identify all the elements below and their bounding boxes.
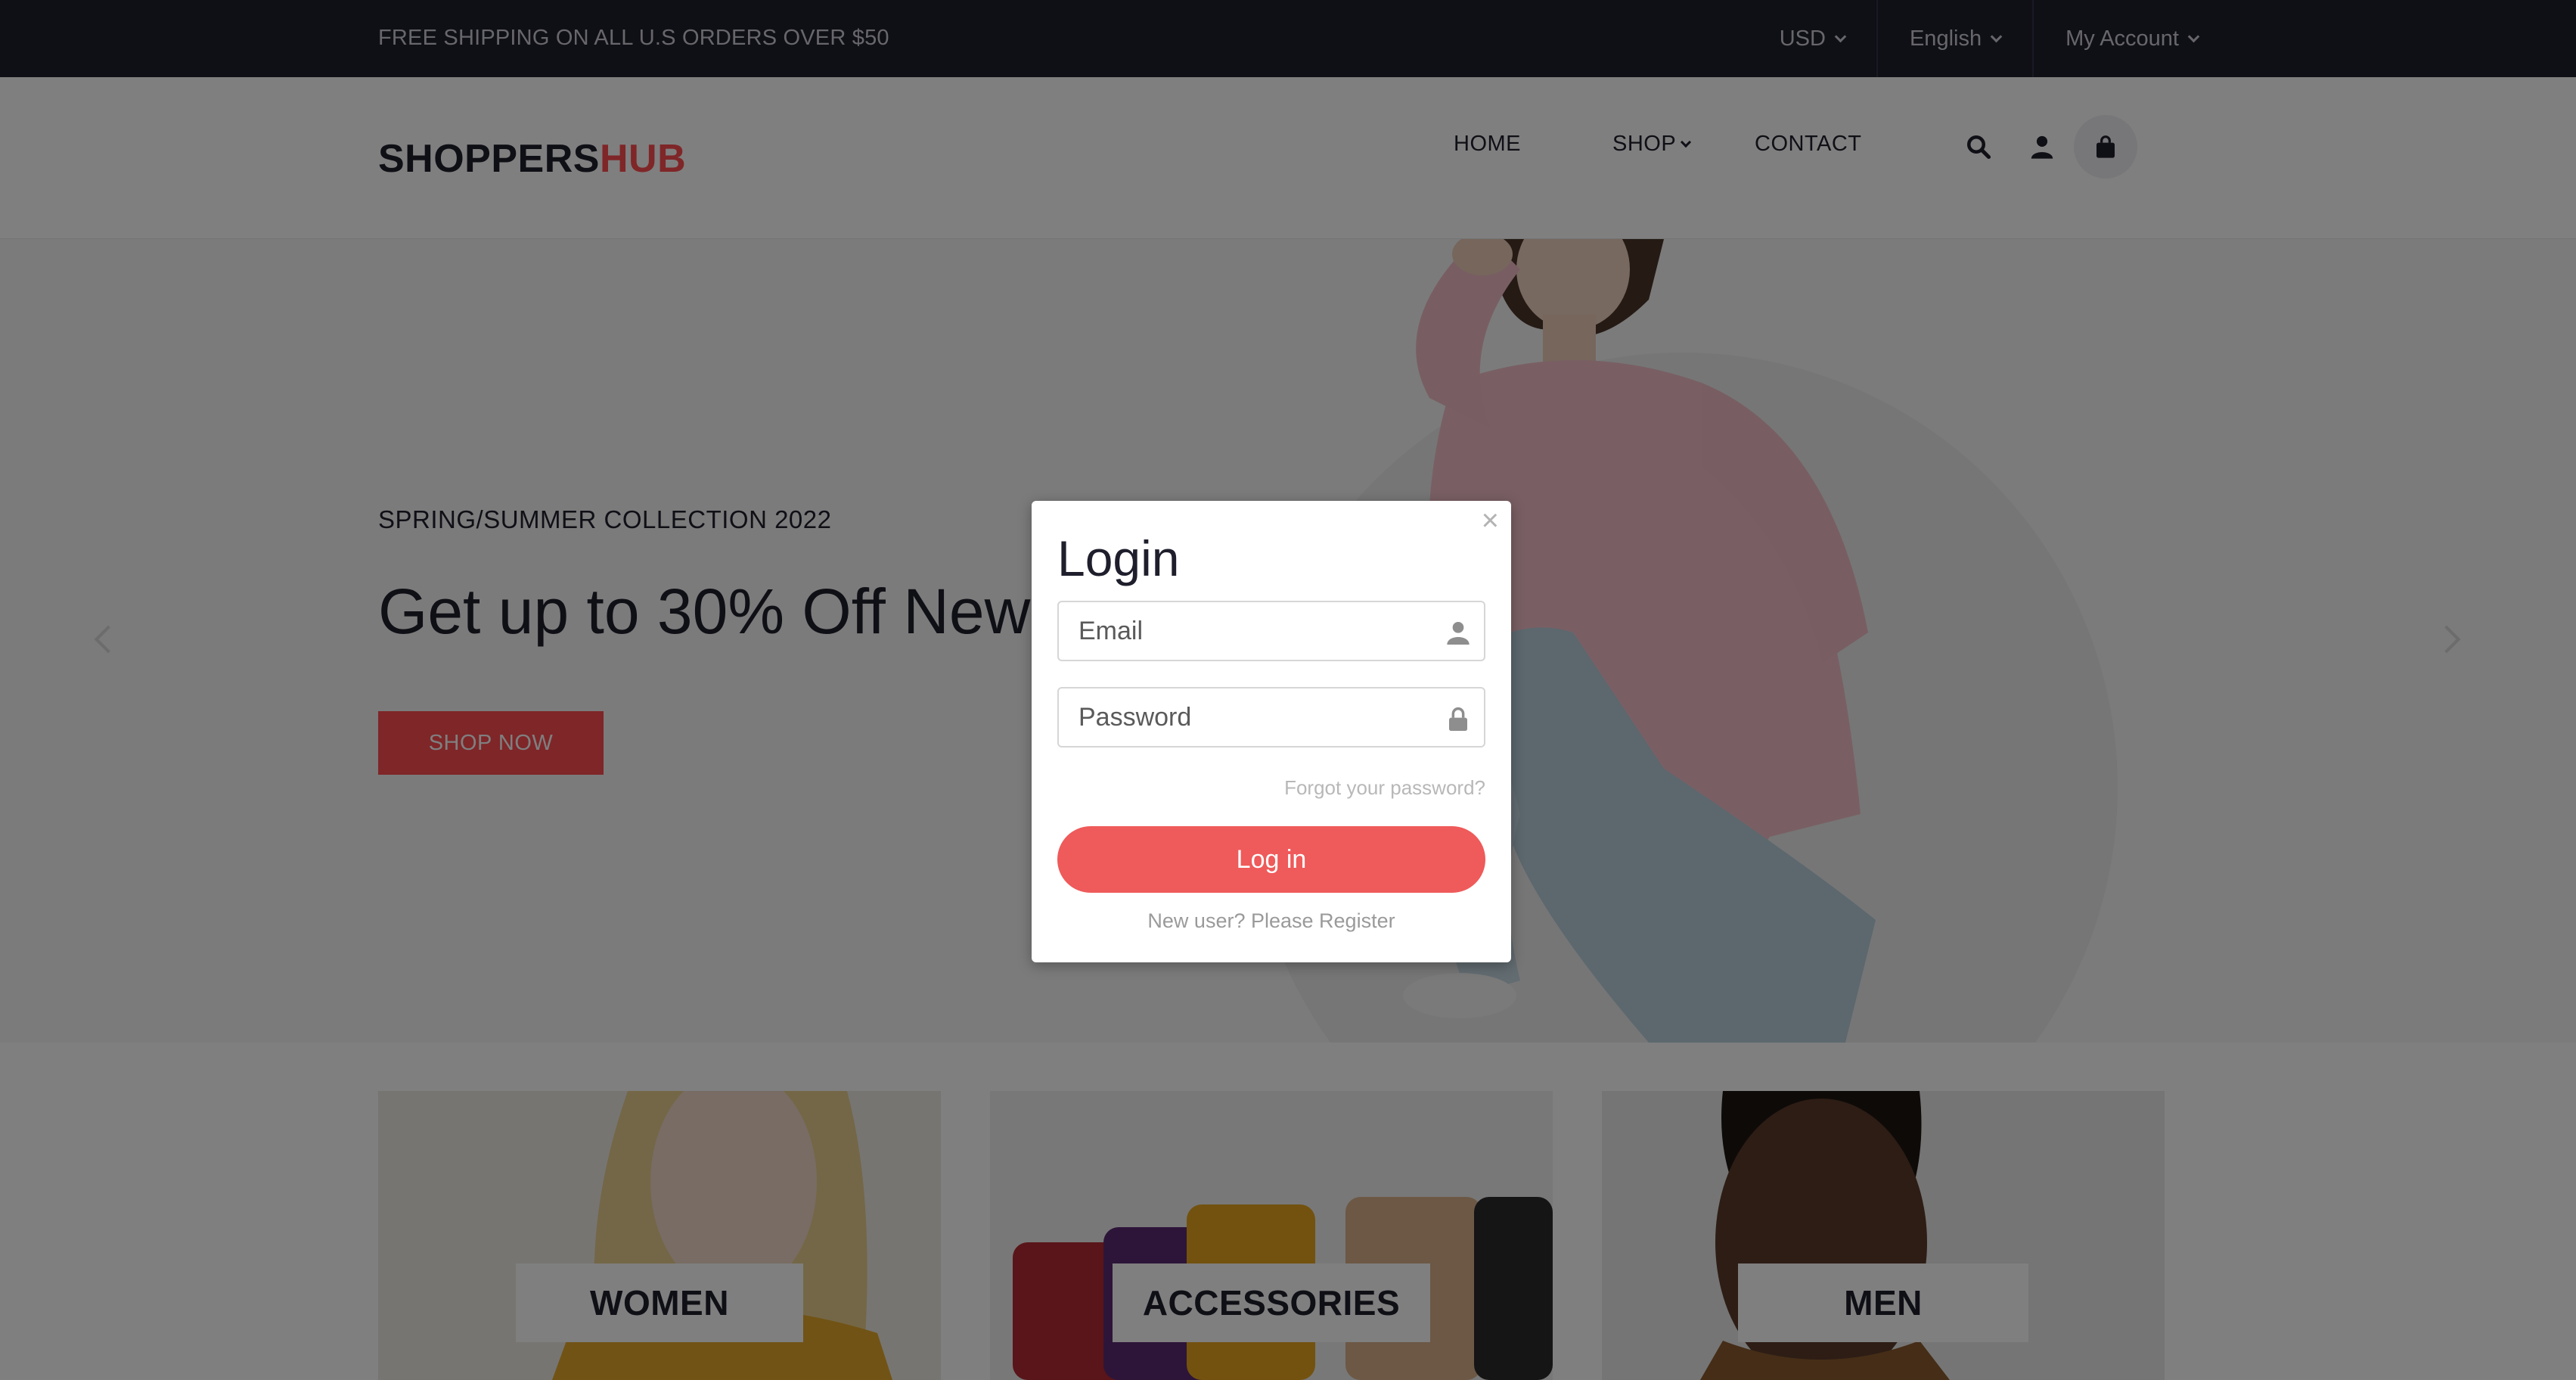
login-modal: × Login Forgot your password? Log in New…	[1032, 501, 1511, 962]
forgot-password-link[interactable]: Forgot your password?	[1284, 776, 1485, 800]
password-field[interactable]	[1059, 688, 1484, 746]
email-field-wrapper	[1057, 601, 1485, 661]
password-field-wrapper	[1057, 687, 1485, 748]
lock-icon	[1449, 707, 1467, 731]
close-icon[interactable]: ×	[1482, 505, 1499, 536]
modal-title: Login	[1057, 530, 1180, 586]
login-button[interactable]: Log in	[1057, 826, 1485, 893]
register-link[interactable]: New user? Please Register	[1032, 909, 1511, 933]
user-icon	[1447, 622, 1470, 645]
email-field[interactable]	[1059, 602, 1484, 660]
